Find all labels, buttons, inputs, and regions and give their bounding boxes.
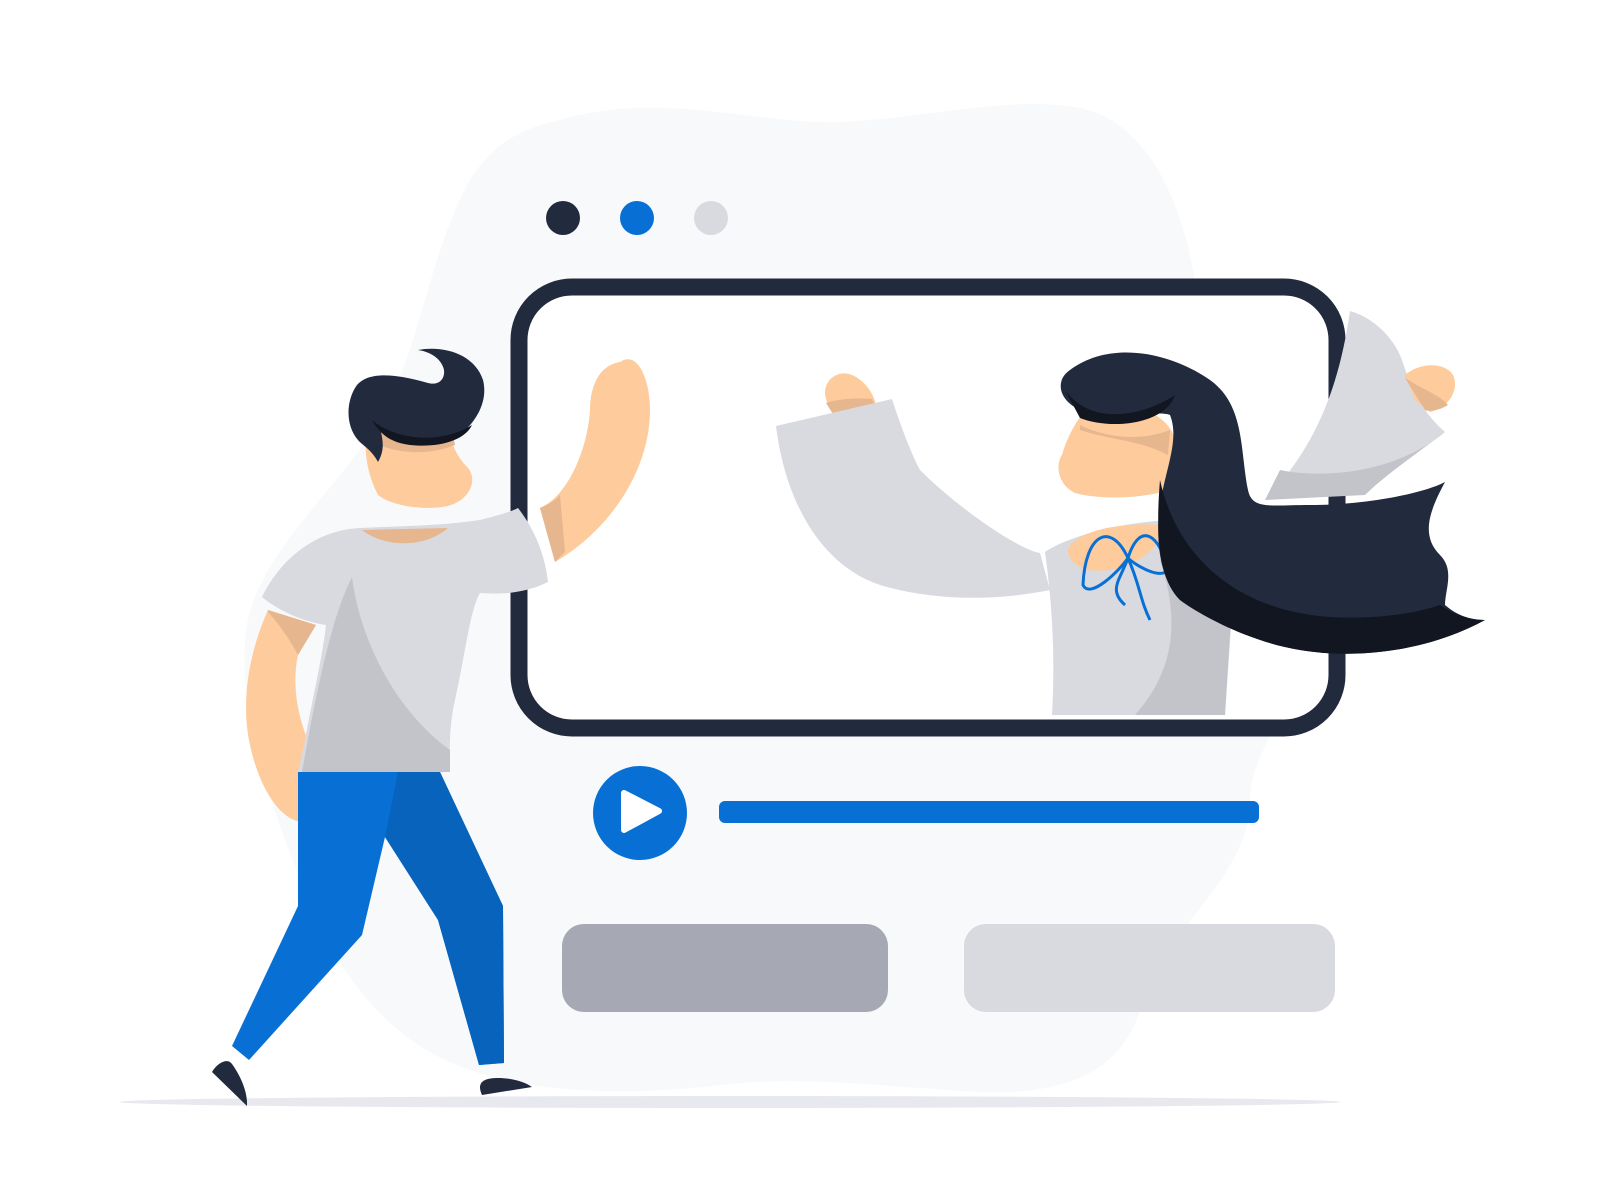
progress-bar[interactable] (719, 801, 1259, 823)
ground-shadow (120, 1096, 1340, 1108)
video-chat-illustration (120, 104, 1485, 1108)
primary-button[interactable] (562, 924, 888, 1012)
window-dot-blue[interactable] (620, 201, 654, 235)
window-dot-gray[interactable] (694, 201, 728, 235)
play-button[interactable] (593, 766, 687, 860)
illustration-stage (0, 0, 1600, 1200)
window-dot-dark[interactable] (546, 201, 580, 235)
secondary-button[interactable] (964, 924, 1335, 1012)
